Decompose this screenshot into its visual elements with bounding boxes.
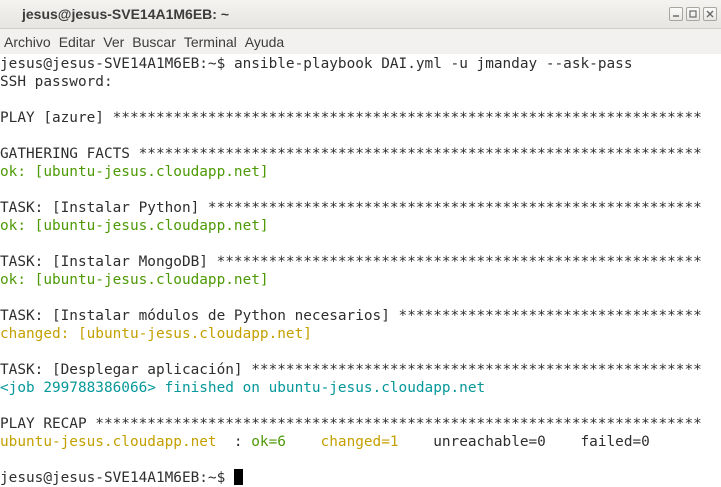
title-bar[interactable]: jesus@jesus-SVE14A1M6EB: ~ <box>0 0 721 29</box>
recap-host: ubuntu-jesus.cloudapp.net <box>0 434 217 450</box>
menu-buscar[interactable]: Buscar <box>132 34 176 50</box>
minimize-icon <box>673 15 679 17</box>
menu-bar: Archivo Editar Ver Buscar Terminal Ayuda <box>0 29 721 54</box>
minimize-button[interactable] <box>669 7 683 21</box>
maximize-button[interactable] <box>686 7 700 21</box>
shell-prompt: jesus@jesus-SVE14A1M6EB:~$ <box>0 56 234 72</box>
gathering-facts-result: ok: [ubuntu-jesus.cloudapp.net] <box>0 164 269 180</box>
play-header: PLAY [azure] ***************************… <box>0 110 702 126</box>
task-header: TASK: [Desplegar aplicación] ***********… <box>0 362 702 378</box>
recap-ok: ok=6 <box>251 434 286 450</box>
maximize-icon <box>689 10 697 18</box>
command-line: jesus@jesus-SVE14A1M6EB:~$ ansible-playb… <box>0 55 632 73</box>
terminal-window: jesus@jesus-SVE14A1M6EB: ~ Archivo Edita… <box>0 0 721 487</box>
recap-separator: : <box>216 434 252 450</box>
command-text: ansible-playbook DAI.yml -u jmanday --as… <box>233 56 633 72</box>
recap-unreachable: unreachable=0 <box>433 434 546 450</box>
menu-ayuda[interactable]: Ayuda <box>245 34 284 50</box>
job-finished-line: <job 299788386066> finished on ubuntu-je… <box>0 380 486 396</box>
menu-terminal[interactable]: Terminal <box>184 34 237 50</box>
window-title: jesus@jesus-SVE14A1M6EB: ~ <box>22 6 230 22</box>
close-button[interactable] <box>703 7 717 21</box>
play-recap-header: PLAY RECAP *****************************… <box>0 416 702 432</box>
task-header: TASK: [Instalar Python] ****************… <box>0 200 702 216</box>
close-icon <box>706 10 714 18</box>
menu-archivo[interactable]: Archivo <box>4 34 51 50</box>
task-result-changed: changed: [ubuntu-jesus.cloudapp.net] <box>0 326 312 342</box>
ssh-password-prompt: SSH password: <box>0 74 113 90</box>
recap-changed: changed=1 <box>320 434 399 450</box>
terminal-output[interactable]: jesus@jesus-SVE14A1M6EB:~$ ansible-playb… <box>0 54 721 487</box>
task-header: TASK: [Instalar módulos de Python necesa… <box>0 308 702 324</box>
shell-prompt: jesus@jesus-SVE14A1M6EB:~$ <box>0 470 226 486</box>
gathering-facts-header: GATHERING FACTS ************************… <box>0 146 702 162</box>
task-result: ok: [ubuntu-jesus.cloudapp.net] <box>0 218 269 234</box>
menu-editar[interactable]: Editar <box>59 34 96 50</box>
menu-ver[interactable]: Ver <box>103 34 124 50</box>
window-controls <box>669 7 717 23</box>
text-cursor <box>234 469 244 485</box>
task-result: ok: [ubuntu-jesus.cloudapp.net] <box>0 272 269 288</box>
task-header: TASK: [Instalar MongoDB] ***************… <box>0 254 702 270</box>
play-recap-row: ubuntu-jesus.cloudapp.net : ok=6 changed… <box>0 433 650 451</box>
recap-failed: failed=0 <box>580 434 650 450</box>
final-prompt-line: jesus@jesus-SVE14A1M6EB:~$ <box>0 469 244 487</box>
